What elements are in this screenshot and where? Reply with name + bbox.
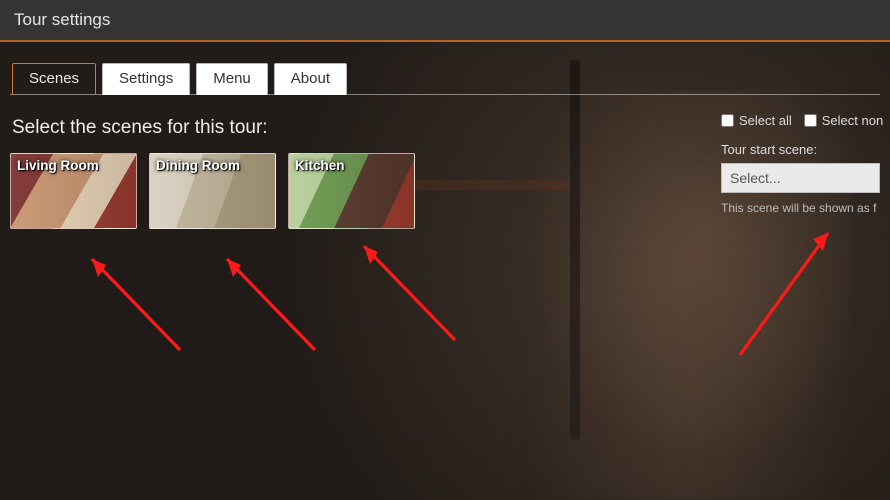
select-controls: Select all Select non xyxy=(721,113,880,128)
tab-bar: Scenes Settings Menu About xyxy=(10,62,880,95)
tab-settings[interactable]: Settings xyxy=(102,63,190,95)
scene-label: Living Room xyxy=(17,158,99,173)
select-all-checkbox[interactable]: Select all xyxy=(721,113,792,128)
tab-label: About xyxy=(291,70,330,87)
scene-thumb-living-room[interactable]: Living Room xyxy=(10,153,137,229)
tab-menu[interactable]: Menu xyxy=(196,63,268,95)
start-scene-hint: This scene will be shown as f xyxy=(721,201,880,215)
start-scene-select[interactable]: Select... xyxy=(721,163,880,193)
tab-label: Settings xyxy=(119,70,173,87)
right-column: Select all Select non Tour start scene: … xyxy=(715,113,880,229)
select-none-label: Select non xyxy=(822,113,883,128)
select-all-label: Select all xyxy=(739,113,792,128)
annotation-arrow xyxy=(70,245,200,360)
select-all-input[interactable] xyxy=(721,114,734,127)
tab-label: Menu xyxy=(213,70,251,87)
select-none-input[interactable] xyxy=(804,114,817,127)
scene-label: Kitchen xyxy=(295,158,345,173)
panel: Select the scenes for this tour: Living … xyxy=(10,95,880,229)
scene-thumb-kitchen[interactable]: Kitchen xyxy=(288,153,415,229)
annotation-arrow xyxy=(340,230,475,350)
scene-label: Dining Room xyxy=(156,158,240,173)
titlebar-title: Tour settings xyxy=(14,10,110,30)
select-none-checkbox[interactable]: Select non xyxy=(804,113,883,128)
content: Scenes Settings Menu About Select the sc… xyxy=(0,42,890,229)
section-title: Select the scenes for this tour: xyxy=(12,117,715,139)
tab-scenes[interactable]: Scenes xyxy=(12,63,96,95)
start-scene-label: Tour start scene: xyxy=(721,142,880,157)
annotation-arrow xyxy=(205,245,335,360)
titlebar: Tour settings xyxy=(0,0,890,42)
left-column: Select the scenes for this tour: Living … xyxy=(10,113,715,229)
scene-thumb-dining-room[interactable]: Dining Room xyxy=(149,153,276,229)
start-scene-value: Select... xyxy=(730,170,781,186)
tab-label: Scenes xyxy=(29,70,79,87)
tab-about[interactable]: About xyxy=(274,63,347,95)
scene-list: Living Room Dining Room Kitchen xyxy=(10,153,715,229)
